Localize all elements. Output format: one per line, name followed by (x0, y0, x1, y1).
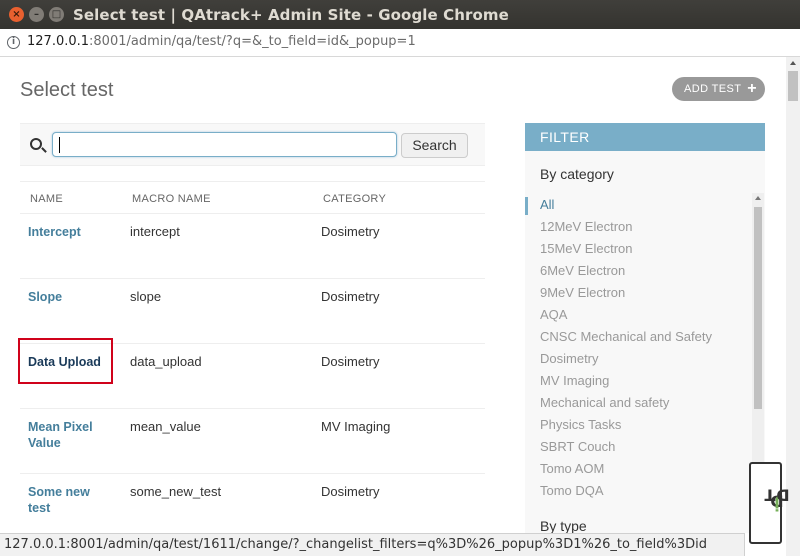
scroll-up-arrow-icon[interactable] (755, 196, 761, 200)
test-category: Dosimetry (321, 484, 380, 499)
filter-item[interactable]: Tomo DQA (540, 483, 604, 498)
filter-item[interactable]: 15MeV Electron (540, 241, 633, 256)
table-header: NAME MACRO NAME CATEGORY (20, 181, 485, 214)
table-row: Data Upload data_upload Dosimetry (18, 338, 485, 409)
test-name-link[interactable]: Mean Pixel Value (28, 419, 113, 451)
page-scrollbar[interactable] (786, 57, 800, 556)
filter-item[interactable]: Mechanical and safety (540, 395, 669, 410)
page-content: Select test ADD TEST + Search NAME MACRO… (0, 57, 786, 533)
window-maximize-button[interactable]: □ (49, 7, 64, 22)
filter-header: FILTER (525, 123, 765, 151)
results-table: NAME MACRO NAME CATEGORY Intercept inter… (18, 181, 485, 533)
table-row: Intercept intercept Dosimetry (20, 214, 485, 279)
test-category: MV Imaging (321, 419, 391, 434)
url-host: 127.0.0.1 (27, 34, 90, 49)
test-name-link[interactable]: Data Upload (28, 354, 113, 370)
test-macro-name: slope (130, 289, 162, 304)
filter-item[interactable]: AQA (540, 307, 567, 322)
address-bar[interactable]: i 127.0.0.1:8001/admin/qa/test/?q=&_to_f… (0, 29, 800, 57)
selected-indicator (525, 197, 528, 215)
test-category: Dosimetry (321, 224, 380, 239)
test-category: Dosimetry (321, 289, 380, 304)
filter-by-type-heading: By type (540, 518, 587, 533)
filter-item[interactable]: MV Imaging (540, 373, 609, 388)
plus-icon: + (747, 80, 757, 97)
search-icon (30, 138, 42, 150)
table-row: Some new test some_new_test Dosimetry (20, 474, 485, 533)
filter-item[interactable]: 9MeV Electron (540, 285, 625, 300)
page-title: Select test (20, 79, 114, 101)
info-icon[interactable]: i (7, 36, 20, 49)
column-header-macro-name[interactable]: MACRO NAME (132, 193, 211, 205)
debug-toolbar-handle[interactable]: Dj DT (749, 462, 790, 544)
test-category: Dosimetry (321, 354, 380, 369)
filter-scrollbar[interactable] (752, 193, 764, 503)
filter-item[interactable]: Tomo AOM (540, 461, 604, 476)
filter-item[interactable]: 12MeV Electron (540, 219, 633, 234)
test-macro-name: data_upload (130, 354, 202, 369)
filter-item-all[interactable]: All (540, 197, 554, 212)
link-status-bubble: 127.0.0.1:8001/admin/qa/test/1611/change… (0, 533, 745, 556)
window-titlebar: × – □ Select test | QAtrack+ Admin Site … (0, 0, 800, 29)
filter-scrollbar-thumb[interactable] (754, 207, 762, 409)
filter-item[interactable]: CNSC Mechanical and Safety (540, 329, 712, 344)
filter-panel: FILTER By category All 12MeV Electron 15… (525, 123, 765, 533)
window-minimize-button[interactable]: – (29, 7, 44, 22)
test-name-link[interactable]: Intercept (28, 224, 113, 240)
url-path: :8001/admin/qa/test/?q=&_to_field=id&_po… (89, 34, 416, 49)
add-test-button[interactable]: ADD TEST + (672, 77, 765, 101)
filter-item[interactable]: Physics Tasks (540, 417, 621, 432)
text-caret (59, 137, 60, 153)
url-text[interactable]: 127.0.0.1:8001/admin/qa/test/?q=&_to_fie… (27, 34, 416, 49)
table-row: Slope slope Dosimetry (20, 279, 485, 344)
table-row: Mean Pixel Value mean_value MV Imaging (20, 409, 485, 474)
search-toolbar: Search (20, 123, 485, 166)
window-close-button[interactable]: × (9, 7, 24, 22)
filter-item[interactable]: Dosimetry (540, 351, 599, 366)
scroll-up-arrow-icon[interactable] (790, 61, 796, 65)
filter-item[interactable]: 6MeV Electron (540, 263, 625, 278)
test-name-link[interactable]: Slope (28, 289, 113, 305)
test-macro-name: mean_value (130, 419, 201, 434)
add-test-label: ADD TEST (684, 83, 742, 95)
filter-item[interactable]: SBRT Couch (540, 439, 615, 454)
column-header-category[interactable]: CATEGORY (323, 193, 386, 205)
search-input[interactable] (52, 132, 397, 157)
test-macro-name: intercept (130, 224, 180, 239)
window-title: Select test | QAtrack+ Admin Site - Goog… (73, 6, 509, 24)
filter-by-category-heading: By category (540, 166, 614, 182)
test-name-link[interactable]: Some new test (28, 484, 113, 516)
column-header-name[interactable]: NAME (30, 193, 63, 205)
page-scrollbar-thumb[interactable] (788, 71, 798, 101)
search-button[interactable]: Search (401, 133, 468, 158)
category-filter-list[interactable]: All 12MeV Electron 15MeV Electron 6MeV E… (525, 193, 765, 503)
test-macro-name: some_new_test (130, 484, 222, 499)
